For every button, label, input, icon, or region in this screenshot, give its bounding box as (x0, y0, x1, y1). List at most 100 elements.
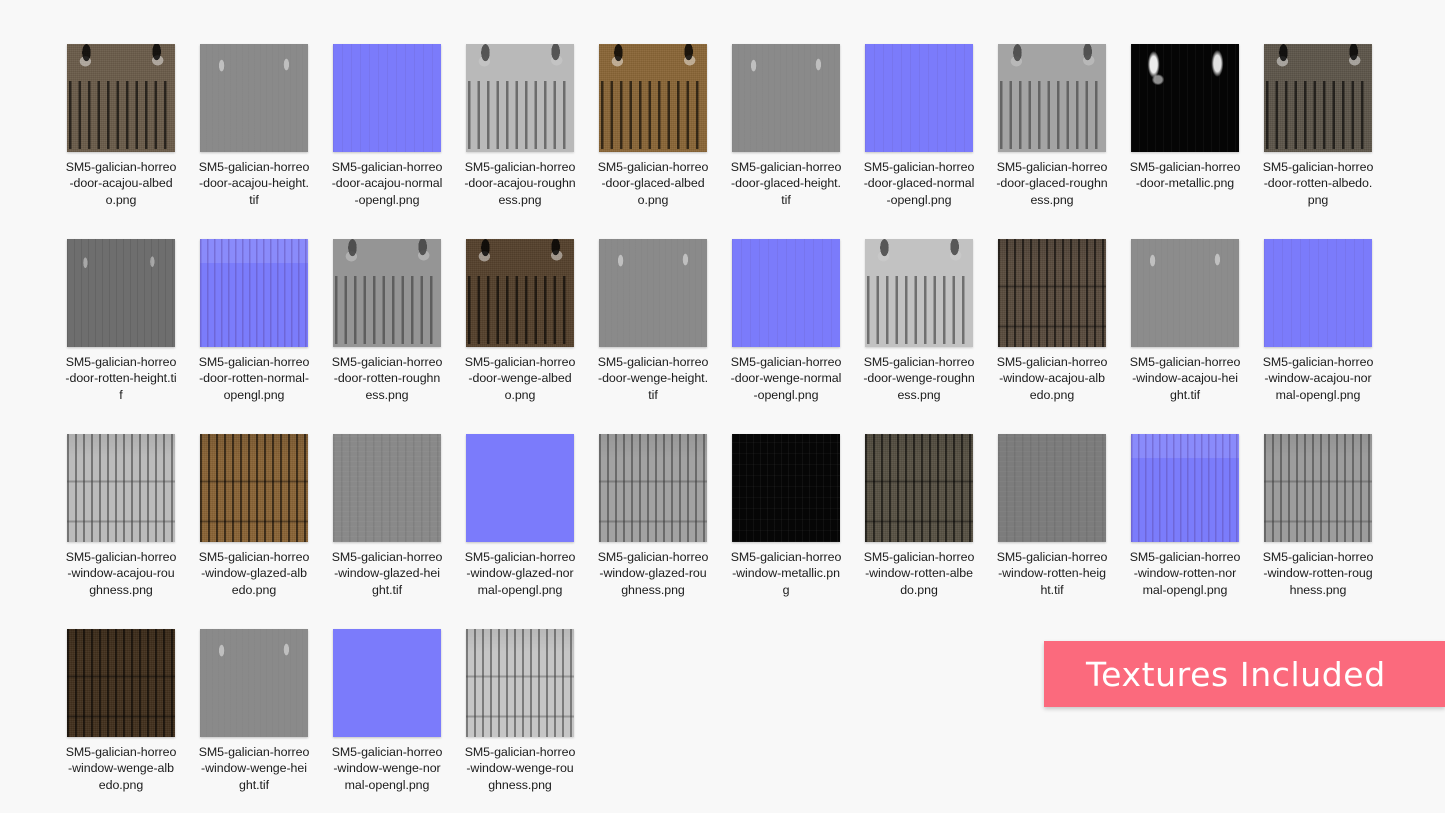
texture-filename-label: SM5-galician-horreo-door-wenge-normal-op… (730, 355, 842, 402)
texture-item[interactable]: SM5-galician-horreo-window-acajou-height… (1130, 239, 1240, 434)
texture-surface (732, 434, 840, 542)
texture-thumbnail-normal[interactable] (466, 434, 574, 542)
texture-filename-label: SM5-galician-horreo-window-metallic.png (730, 550, 842, 597)
texture-item[interactable]: SM5-galician-horreo-door-metallic.png (1129, 44, 1241, 239)
texture-thumbnail-normal[interactable] (333, 629, 441, 737)
texture-surface (333, 434, 441, 542)
texture-thumbnail-height[interactable] (599, 239, 707, 347)
texture-thumbnail-albedo[interactable] (998, 239, 1106, 347)
texture-filename-label: SM5-galician-horreo-door-rotten-normal-o… (198, 355, 310, 402)
texture-item[interactable]: SM5-galician-horreo-window-glazed-height… (331, 434, 443, 629)
texture-item[interactable]: SM5-galician-horreo-window-glazed-roughn… (598, 434, 708, 629)
texture-surface (599, 44, 707, 152)
texture-filename-label: SM5-galician-horreo-window-acajou-normal… (1262, 355, 1374, 402)
texture-item[interactable]: SM5-galician-horreo-door-rotten-height.t… (65, 239, 177, 434)
texture-thumbnail-metallic[interactable] (1131, 44, 1239, 152)
texture-item[interactable]: SM5-galician-horreo-door-wenge-roughness… (863, 239, 975, 434)
texture-thumbnail-roughness[interactable] (333, 239, 441, 347)
texture-item[interactable]: SM5-galician-horreo-window-rotten-albedo… (864, 434, 974, 629)
texture-item[interactable]: SM5-galician-horreo-window-glazed-albedo… (199, 434, 309, 629)
texture-filename-label: SM5-galician-horreo-door-wenge-height.ti… (597, 355, 709, 402)
texture-item[interactable]: SM5-galician-horreo-door-wenge-height.ti… (597, 239, 709, 434)
texture-surface (466, 629, 574, 737)
texture-item[interactable]: SM5-galician-horreo-window-wenge-height.… (198, 629, 310, 813)
texture-thumbnail-albedo[interactable] (67, 44, 175, 152)
texture-sheet: SM5-galician-horreo-door-acajou-albedo.p… (0, 0, 1445, 813)
texture-thumbnail-normal[interactable] (1131, 434, 1239, 542)
texture-thumbnail-roughness[interactable] (466, 44, 574, 152)
texture-item[interactable]: SM5-galician-horreo-window-rotten-height… (997, 434, 1107, 629)
texture-surface (732, 44, 840, 152)
texture-surface (67, 44, 175, 152)
texture-thumbnail-albedo[interactable] (1264, 44, 1372, 152)
texture-thumbnail-albedo[interactable] (599, 44, 707, 152)
texture-item[interactable]: SM5-galician-horreo-door-acajou-height.t… (199, 44, 309, 239)
texture-filename-label: SM5-galician-horreo-window-wenge-roughne… (464, 745, 576, 792)
texture-item[interactable]: SM5-galician-horreo-window-rotten-roughn… (1263, 434, 1373, 629)
texture-thumbnail-height[interactable] (200, 44, 308, 152)
texture-filename-label: SM5-galician-horreo-door-rotten-roughnes… (331, 355, 443, 402)
texture-filename-label: SM5-galician-horreo-window-wenge-normal-… (331, 745, 443, 792)
texture-item[interactable]: SM5-galician-horreo-window-glazed-normal… (465, 434, 575, 629)
texture-item[interactable]: SM5-galician-horreo-door-glaced-albedo.p… (597, 44, 709, 239)
texture-surface (998, 434, 1106, 542)
texture-item[interactable]: SM5-galician-horreo-window-acajou-albedo… (997, 239, 1107, 434)
texture-thumbnail-normal[interactable] (200, 239, 308, 347)
texture-thumbnail-albedo[interactable] (466, 239, 574, 347)
texture-surface (998, 44, 1106, 152)
texture-thumbnail-roughness[interactable] (998, 44, 1106, 152)
texture-item[interactable]: SM5-galician-horreo-window-wenge-normal-… (331, 629, 443, 813)
texture-thumbnail-height[interactable] (998, 434, 1106, 542)
texture-thumbnail-roughness[interactable] (67, 434, 175, 542)
texture-thumbnail-height[interactable] (200, 629, 308, 737)
texture-surface (1264, 434, 1372, 542)
texture-thumbnail-albedo[interactable] (865, 434, 973, 542)
texture-thumbnail-roughness[interactable] (865, 239, 973, 347)
texture-item[interactable]: SM5-galician-horreo-window-rotten-normal… (1129, 434, 1241, 629)
texture-item[interactable]: SM5-galician-horreo-door-acajou-albedo.p… (66, 44, 176, 239)
texture-item[interactable]: SM5-galician-horreo-window-wenge-albedo.… (65, 629, 177, 813)
texture-surface (998, 239, 1106, 347)
texture-surface (732, 239, 840, 347)
texture-thumbnail-height[interactable] (67, 239, 175, 347)
texture-item[interactable]: SM5-galician-horreo-window-acajou-roughn… (66, 434, 176, 629)
texture-filename-label: SM5-galician-horreo-window-glazed-height… (331, 550, 443, 597)
texture-item[interactable]: SM5-galician-horreo-window-acajou-normal… (1262, 239, 1374, 434)
texture-item[interactable]: SM5-galician-horreo-door-acajou-normal-o… (332, 44, 442, 239)
texture-item[interactable]: SM5-galician-horreo-door-wenge-normal-op… (730, 239, 842, 434)
texture-thumbnail-height[interactable] (333, 434, 441, 542)
texture-filename-label: SM5-galician-horreo-window-rotten-normal… (1129, 550, 1241, 597)
texture-thumbnail-normal[interactable] (1264, 239, 1372, 347)
texture-item[interactable]: SM5-galician-horreo-door-rotten-roughnes… (331, 239, 443, 434)
texture-surface (1131, 44, 1239, 152)
texture-surface (200, 629, 308, 737)
texture-surface (1131, 239, 1239, 347)
texture-filename-label: SM5-galician-horreo-window-wenge-albedo.… (65, 745, 177, 792)
texture-thumbnail-albedo[interactable] (67, 629, 175, 737)
texture-thumbnail-normal[interactable] (732, 239, 840, 347)
texture-item[interactable]: SM5-galician-horreo-door-glaced-normal-o… (864, 44, 974, 239)
texture-item[interactable]: SM5-galician-horreo-door-glaced-roughnes… (996, 44, 1108, 239)
texture-item[interactable]: SM5-galician-horreo-door-rotten-normal-o… (198, 239, 310, 434)
texture-thumbnail-roughness[interactable] (1264, 434, 1372, 542)
texture-thumbnail-height[interactable] (1131, 239, 1239, 347)
texture-thumbnail-normal[interactable] (333, 44, 441, 152)
texture-thumbnail-roughness[interactable] (466, 629, 574, 737)
texture-thumbnail-height[interactable] (732, 44, 840, 152)
texture-surface (333, 44, 441, 152)
texture-item[interactable]: SM5-galician-horreo-door-rotten-albedo.p… (1263, 44, 1373, 239)
texture-thumbnail-normal[interactable] (865, 44, 973, 152)
texture-item[interactable]: SM5-galician-horreo-door-wenge-albedo.pn… (465, 239, 575, 434)
texture-thumbnail-roughness[interactable] (599, 434, 707, 542)
texture-item[interactable]: SM5-galician-horreo-window-metallic.png (730, 434, 842, 629)
texture-filename-label: SM5-galician-horreo-window-wenge-height.… (198, 745, 310, 792)
texture-surface (67, 629, 175, 737)
texture-filename-label: SM5-galician-horreo-door-glaced-albedo.p… (597, 160, 709, 207)
texture-thumbnail-metallic[interactable] (732, 434, 840, 542)
texture-thumbnail-albedo[interactable] (200, 434, 308, 542)
texture-item[interactable]: SM5-galician-horreo-window-wenge-roughne… (464, 629, 576, 813)
texture-filename-label: SM5-galician-horreo-door-metallic.png (1129, 160, 1241, 191)
texture-surface (599, 434, 707, 542)
texture-item[interactable]: SM5-galician-horreo-door-glaced-height.t… (731, 44, 841, 239)
texture-item[interactable]: SM5-galician-horreo-door-acajou-roughnes… (464, 44, 576, 239)
